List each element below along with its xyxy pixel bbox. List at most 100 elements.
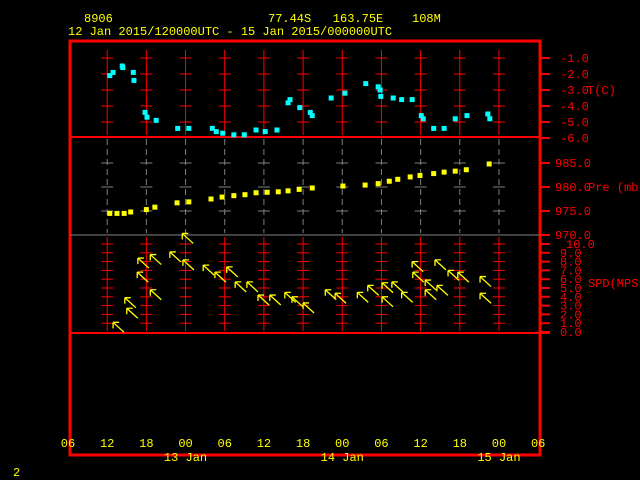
wind-arrow: [412, 271, 425, 283]
pressure-point: [121, 210, 127, 216]
x-tick-label: 12: [257, 437, 271, 451]
wind-arrow: [124, 297, 137, 309]
wind-tick-label: 0.0: [560, 326, 582, 340]
temp-point: [378, 93, 384, 99]
temp-point: [131, 77, 137, 83]
wind-arrow: [479, 292, 492, 304]
pressure-point: [107, 210, 113, 216]
temp-point: [297, 105, 303, 111]
pressure-point: [128, 209, 134, 215]
pressure-point: [417, 172, 423, 178]
x-tick-label: 18: [296, 437, 310, 451]
day-label: 14 Jan: [321, 451, 364, 465]
temp-tick-label: -5.0: [560, 116, 589, 130]
pressure-point: [452, 168, 458, 174]
wind-arrow: [367, 284, 380, 296]
day-label: 13 Jan: [164, 451, 207, 465]
temp-tick-label: -4.0: [560, 100, 589, 114]
wind-arrow: [269, 294, 282, 306]
pressure-point: [114, 210, 120, 216]
wind-arrow: [112, 321, 125, 333]
x-tick-label: 06: [61, 437, 75, 451]
pressure-point: [231, 193, 237, 199]
wind-arrow: [234, 281, 247, 293]
pressure-tick-label: 980.0: [555, 181, 591, 195]
temp-point: [441, 125, 447, 131]
temp-tick-label: -1.0: [560, 52, 589, 66]
wind-arrow: [434, 259, 447, 271]
pressure-point: [143, 207, 149, 213]
temp-point: [130, 69, 136, 75]
pressure-point: [395, 176, 401, 182]
temp-point: [120, 65, 126, 71]
wind-arrow: [126, 307, 139, 319]
temp-point: [144, 114, 150, 120]
pressure-point: [463, 167, 469, 173]
temp-point: [452, 116, 458, 122]
temp-point: [241, 132, 247, 138]
temp-point: [262, 129, 268, 135]
pressure-point: [152, 204, 158, 210]
pressure-tick-label: 975.0: [555, 205, 591, 219]
x-tick-label: 12: [413, 437, 427, 451]
pressure-point: [375, 181, 381, 187]
temp-point: [485, 111, 491, 117]
pressure-point: [431, 171, 437, 177]
plot-frame: [68, 39, 542, 457]
station-location: 77.44S 163.75E 108M: [268, 12, 441, 26]
pressure-point: [441, 169, 447, 175]
temp-point: [110, 69, 116, 75]
pressure-point: [253, 190, 259, 196]
wind-arrow: [246, 281, 259, 293]
temp-point: [186, 125, 192, 131]
pressure-point: [186, 199, 192, 205]
wind-arrow: [149, 289, 162, 301]
wind-arrow: [436, 284, 449, 296]
x-tick-label: 06: [218, 437, 232, 451]
pressure-point: [208, 196, 214, 202]
wind-arrow: [169, 251, 182, 263]
pressure-point: [309, 185, 315, 191]
pressure-axis-label: Pre (mb): [588, 181, 640, 195]
temp-point: [175, 125, 181, 131]
temp-point: [142, 109, 148, 115]
temp-point: [220, 130, 226, 136]
temp-tick-label: -2.0: [560, 68, 589, 82]
temp-point: [377, 87, 383, 93]
temp-point: [390, 95, 396, 101]
temp-point: [253, 127, 259, 133]
temp-point: [231, 132, 237, 138]
temp-point: [487, 116, 493, 122]
temp-tick-label: -6.0: [560, 132, 589, 146]
pressure-point: [219, 194, 225, 200]
footer-label: 2: [13, 466, 20, 480]
wind-arrow: [202, 264, 215, 276]
wind-arrow: [226, 266, 239, 278]
x-tick-label: 00: [178, 437, 192, 451]
x-tick-label: 06: [531, 437, 545, 451]
temp-point: [153, 117, 159, 123]
time-period: 12 Jan 2015/120000UTC - 15 Jan 2015/0000…: [68, 25, 392, 39]
pressure-point: [340, 183, 346, 189]
pressure-point: [296, 186, 302, 192]
pressure-point: [407, 174, 413, 180]
temp-point: [420, 116, 426, 122]
temp-axis-label: T(C): [587, 84, 616, 98]
wind-arrow: [149, 253, 162, 266]
wind-arrow: [137, 257, 150, 269]
x-tick-label: 12: [100, 437, 114, 451]
wind-arrow: [424, 289, 437, 301]
wind-arrow: [401, 291, 414, 303]
station-id: 8906: [84, 12, 113, 26]
x-tick-label: 06: [374, 437, 388, 451]
wind-arrow: [391, 281, 404, 293]
pressure-point: [275, 189, 281, 195]
temp-point: [342, 90, 348, 96]
pressure-point: [486, 161, 492, 167]
temp-point: [464, 113, 470, 119]
day-label: 15 Jan: [477, 451, 520, 465]
temp-point: [409, 97, 415, 103]
temp-point: [399, 97, 405, 103]
temp-point: [328, 95, 334, 101]
temp-point: [274, 127, 280, 133]
